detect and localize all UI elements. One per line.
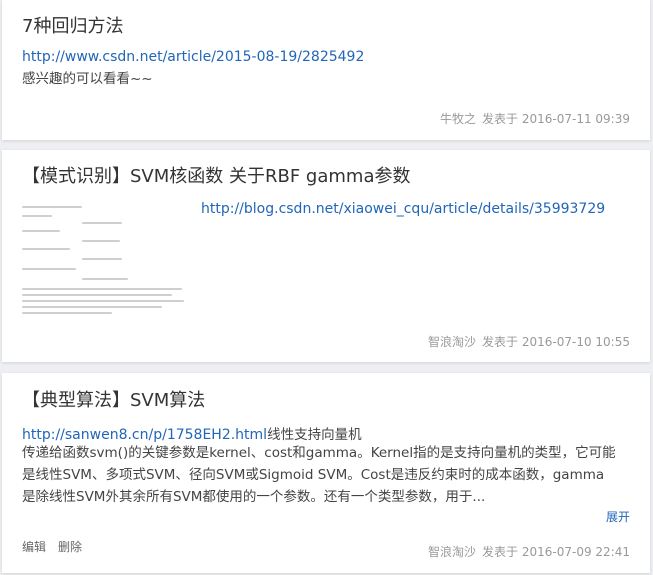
post-card: 【典型算法】SVM算法 http://sanwen8.cn/p/1758EH2.… (2, 373, 650, 573)
post-title[interactable]: 7种回归方法 (22, 12, 123, 38)
author-name[interactable]: 智浪淘沙 (428, 335, 476, 349)
publish-time: 发表于 2016-07-09 22:41 (482, 545, 630, 559)
post-title[interactable]: 【模式识别】SVM核函数 关于RBF gamma参数 (22, 162, 410, 188)
excerpt-line-2: 是线性SVM、多项式SVM、径向SVM或Sigmoid SVM。Cost是违反约… (22, 467, 605, 483)
post-actions: 编辑 删除 (22, 538, 94, 555)
post-meta: 智浪淘沙 发表于 2016-07-10 10:55 (428, 333, 630, 350)
excerpt-line-3: 是除线性SVM外其余所有SVM都使用的一个参数。还有一个类型参数，用于... (22, 489, 486, 505)
publish-time: 发表于 2016-07-11 09:39 (482, 112, 630, 126)
excerpt-line-1: 传递给函数svm()的关键参数是kernel、cost和gamma。Kernel… (22, 445, 616, 461)
post-description: 感兴趣的可以看看~~ (22, 71, 153, 87)
publish-time: 发表于 2016-07-10 10:55 (482, 335, 630, 349)
post-card: 7种回归方法 http://www.csdn.net/article/2015-… (2, 0, 650, 140)
link-suffix: 线性支持向量机 (267, 427, 362, 443)
post-meta: 牛牧之 发表于 2016-07-11 09:39 (440, 110, 630, 127)
post-meta: 智浪淘沙 发表于 2016-07-09 22:41 (428, 543, 630, 560)
author-name[interactable]: 牛牧之 (440, 112, 476, 126)
author-name[interactable]: 智浪淘沙 (428, 545, 476, 559)
edit-button[interactable]: 编辑 (22, 540, 46, 554)
post-link[interactable]: http://blog.csdn.net/xiaowei_cqu/article… (201, 201, 605, 217)
post-link[interactable]: http://www.csdn.net/article/2015-08-19/2… (22, 49, 364, 65)
post-link[interactable]: http://sanwen8.cn/p/1758EH2.html (22, 427, 267, 443)
post-title[interactable]: 【典型算法】SVM算法 (22, 386, 205, 412)
expand-link[interactable]: 展开 (606, 508, 630, 525)
post-link-line: http://sanwen8.cn/p/1758EH2.html线性支持向量机 (22, 423, 362, 443)
post-thumbnail (22, 202, 194, 316)
delete-button[interactable]: 删除 (58, 540, 82, 554)
post-card: 【模式识别】SVM核函数 关于RBF gamma参数 http://blog.c… (2, 150, 650, 362)
